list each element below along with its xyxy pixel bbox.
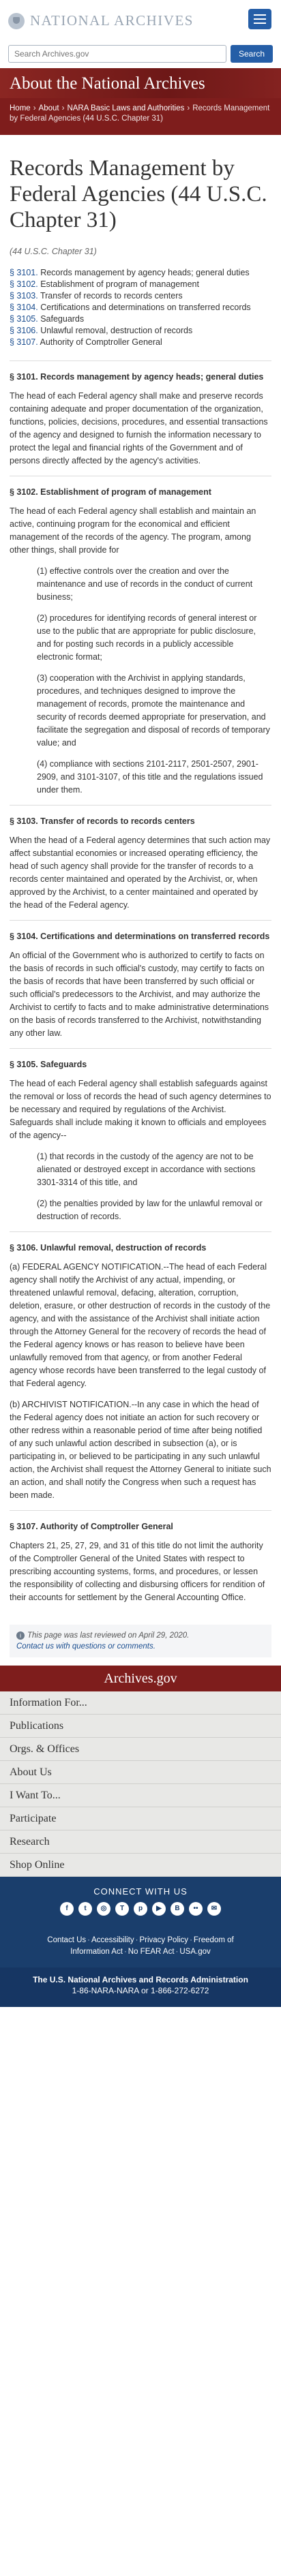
- toc-link-3103[interactable]: § 3103.: [10, 291, 38, 301]
- search-bar: Search: [0, 40, 281, 68]
- table-of-contents: § 3101. Records management by agency hea…: [10, 267, 271, 348]
- pinterest-icon[interactable]: p: [134, 1902, 147, 1916]
- section-title-3105: § 3105. Safeguards: [10, 1060, 87, 1069]
- section-list-item: (2) the penalties provided by law for th…: [37, 1199, 263, 1221]
- hamburger-icon: [254, 14, 266, 16]
- flickr-icon[interactable]: ••: [189, 1902, 203, 1916]
- section-title-3106: § 3106. Unlawful removal, destruction of…: [10, 1243, 207, 1253]
- section-list-item: (3) cooperation with the Archivist in ap…: [37, 673, 270, 748]
- connect-title: CONNECT WITH US: [93, 1886, 188, 1897]
- toc-item: § 3106. Unlawful removal, destruction of…: [10, 326, 193, 335]
- agency-phone: 1-86-NARA-NARA or 1-866-272-6272: [72, 1986, 209, 1995]
- site-header: NATIONAL ARCHIVES: [0, 0, 281, 40]
- section-text: When the head of a Federal agency determ…: [10, 835, 271, 910]
- toc-link-3102[interactable]: § 3102.: [10, 279, 38, 289]
- toc-link-3101[interactable]: § 3101.: [10, 268, 38, 277]
- logo-text: NATIONAL ARCHIVES: [30, 12, 194, 29]
- section-list-item: (1) that records in the custody of the a…: [37, 1152, 256, 1187]
- footer-nav-i-want-to[interactable]: I Want To...: [0, 1784, 281, 1807]
- footer-link-foia-part1[interactable]: Freedom of: [194, 1936, 234, 1944]
- review-notice: i This page was last reviewed on April 29…: [10, 1625, 271, 1657]
- divider: [10, 805, 271, 806]
- footer-link-contact[interactable]: Contact Us: [47, 1936, 86, 1944]
- section-text: The head of each Federal agency shall ma…: [10, 391, 268, 465]
- section-text: The head of each Federal agency shall es…: [10, 1079, 271, 1140]
- section-title-3103: § 3103. Transfer of records to records c…: [10, 816, 195, 826]
- section-text: The head of each Federal agency shall es…: [10, 506, 256, 555]
- footer-nav-shop-online[interactable]: Shop Online: [0, 1854, 281, 1877]
- review-date: This page was last reviewed on April 29,…: [27, 1631, 190, 1640]
- divider: [10, 1510, 271, 1511]
- site-logo[interactable]: NATIONAL ARCHIVES: [8, 12, 194, 29]
- toc-link-3104[interactable]: § 3104.: [10, 303, 38, 312]
- breadcrumb: Home › About › NARA Basic Laws and Authoriti…: [10, 104, 270, 123]
- section-title-3104: § 3104. Certifications and determination…: [10, 932, 270, 941]
- blog-icon[interactable]: B: [171, 1902, 184, 1916]
- info-icon: i: [16, 1631, 25, 1640]
- facebook-icon[interactable]: f: [60, 1902, 74, 1916]
- section-title-3107: § 3107. Authority of Comptroller General: [10, 1522, 173, 1531]
- main-content: Records Management by Federal Agencies (…: [0, 135, 281, 1604]
- youtube-icon[interactable]: ▶: [152, 1902, 166, 1916]
- section-text: (b) ARCHIVIST NOTIFICATION.--In any case…: [10, 1400, 271, 1500]
- section-list-item: (2) procedures for identifying records o…: [37, 613, 257, 662]
- footer-nav-participate[interactable]: Participate: [0, 1807, 281, 1830]
- divider: [10, 1048, 271, 1049]
- agency-info: The U.S. National Archives and Records A…: [0, 1967, 281, 2007]
- divider: [10, 920, 271, 921]
- toc-item: § 3105. Safeguards: [10, 314, 85, 324]
- footer-brand[interactable]: Archives.gov: [0, 1666, 281, 1691]
- connect-section: CONNECT WITH US f t ◎ T p ▶ B •• ✉ Conta…: [0, 1877, 281, 1967]
- banner-title: About the National Archives: [10, 74, 205, 93]
- footer-nav-information-for[interactable]: Information For...: [0, 1691, 281, 1715]
- footer-link-no-fear[interactable]: No FEAR Act: [128, 1948, 175, 1956]
- footer-nav-orgs-offices[interactable]: Orgs. & Offices: [0, 1738, 281, 1761]
- menu-button[interactable]: [248, 9, 271, 29]
- footer-nav-publications[interactable]: Publications: [0, 1715, 281, 1738]
- toc-link-3106[interactable]: § 3106.: [10, 326, 38, 335]
- breadcrumb-laws[interactable]: NARA Basic Laws and Authorities: [67, 104, 184, 112]
- breadcrumb-home[interactable]: Home: [10, 104, 31, 112]
- toc-link-3107[interactable]: § 3107.: [10, 337, 38, 347]
- agency-name: The U.S. National Archives and Records A…: [33, 1975, 248, 1984]
- footer-link-accessibility[interactable]: Accessibility: [91, 1936, 134, 1944]
- divider: [10, 1231, 271, 1232]
- toc-link-3105[interactable]: § 3105.: [10, 314, 38, 324]
- footer-nav: Information For... Publications Orgs. & …: [0, 1691, 281, 1877]
- section-text: Chapters 21, 25, 27, 29, and 31 of this …: [10, 1541, 265, 1602]
- search-button[interactable]: Search: [231, 45, 273, 63]
- toc-item: § 3107. Authority of Comptroller General: [10, 337, 162, 347]
- section-text: An official of the Government who is aut…: [10, 951, 269, 1038]
- footer-link-usagov[interactable]: USA.gov: [179, 1948, 210, 1956]
- page-title: Records Management by Federal Agencies (…: [10, 156, 267, 232]
- toc-item: § 3101. Records management by agency hea…: [10, 268, 250, 277]
- footer-nav-research[interactable]: Research: [0, 1830, 281, 1854]
- social-links: f t ◎ T p ▶ B •• ✉: [7, 1902, 274, 1916]
- email-icon[interactable]: ✉: [207, 1902, 221, 1916]
- breadcrumb-about[interactable]: About: [39, 104, 59, 112]
- tumblr-icon[interactable]: T: [115, 1902, 129, 1916]
- footer-link-privacy[interactable]: Privacy Policy: [139, 1936, 188, 1944]
- eagle-seal-icon: [8, 12, 25, 29]
- footer-nav-about-us[interactable]: About Us: [0, 1761, 281, 1784]
- footer-links: Contact Us · Accessibility · Privacy Policy ·…: [47, 1936, 234, 1956]
- section-banner: About the National Archives Home › About › N…: [0, 68, 281, 135]
- search-input[interactable]: [8, 45, 226, 63]
- section-list-item: (4) compliance with sections 2101-2117, …: [37, 759, 263, 795]
- footer-link-foia-part2[interactable]: Information Act: [70, 1948, 123, 1956]
- twitter-icon[interactable]: t: [78, 1902, 92, 1916]
- toc-item: § 3103. Transfer of records to records c…: [10, 291, 183, 301]
- page-subtitle: (44 U.S.C. Chapter 31): [10, 247, 97, 256]
- section-title-3101: § 3101. Records management by agency hea…: [10, 372, 264, 382]
- contact-link[interactable]: Contact us with questions or comments.: [16, 1642, 156, 1651]
- section-text: (a) FEDERAL AGENCY NOTIFICATION.--The he…: [10, 1262, 271, 1388]
- instagram-icon[interactable]: ◎: [97, 1902, 110, 1916]
- section-list-item: (1) effective controls over the creation…: [37, 566, 253, 602]
- section-title-3102: § 3102. Establishment of program of mana…: [10, 487, 211, 497]
- toc-item: § 3102. Establishment of program of mana…: [10, 279, 199, 289]
- toc-item: § 3104. Certifications and determination…: [10, 303, 251, 312]
